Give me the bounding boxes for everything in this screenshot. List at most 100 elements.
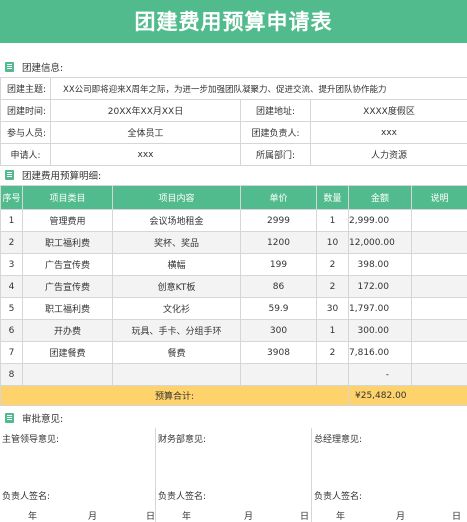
year-label: 年 — [336, 512, 346, 522]
row-category[interactable]: 广告宣传费 — [22, 253, 113, 276]
applicant-label: 申请人: — [0, 143, 51, 166]
team-info-table: 团建主题: XX公司即将迎来X周年之际，为进一步加强团队凝聚力、促进交流、提升团… — [0, 77, 467, 166]
row-amount[interactable]: 7,816.00 — [348, 341, 412, 364]
row-category[interactable]: 团建餐费 — [22, 341, 113, 364]
theme-label: 团建主题: — [0, 77, 51, 100]
table-row: 6 开办费 玩具、手卡、分组手环 300 1 300.00 — [0, 319, 467, 342]
row-amount[interactable]: 398.00 — [348, 253, 412, 276]
total-value: ¥25,482.00 — [348, 385, 467, 406]
row-amount[interactable]: 300.00 — [348, 319, 412, 342]
row-content[interactable]: 文化衫 — [112, 297, 241, 320]
col-header-content: 项目内容 — [112, 185, 241, 210]
row-qty[interactable] — [316, 363, 349, 386]
approval-gm[interactable]: 总经理意见: 负责人签名: 年 月 日 — [312, 428, 467, 522]
row-content[interactable]: 奖杯、奖品 — [112, 231, 241, 254]
row-category[interactable]: 广告宣传费 — [22, 275, 113, 298]
budget-title: 团建费用预算明细: — [22, 171, 102, 182]
time-value[interactable]: 20XX年XX月XX日 — [50, 99, 241, 122]
form-title: 团建费用预算申请表 — [0, 0, 467, 43]
row-price[interactable]: 300 — [240, 319, 317, 342]
year-label: 年 — [28, 512, 38, 522]
approval-leader[interactable]: 主管领导意见: 负责人签名: 年 月 日 — [0, 428, 156, 522]
participants-row: 参与人员: 全体员工 团建负责人: xxx — [0, 121, 467, 144]
row-note[interactable] — [411, 275, 467, 298]
row-note[interactable] — [411, 363, 467, 386]
participants-value[interactable]: 全体员工 — [50, 121, 241, 144]
row-no[interactable]: 8 — [0, 363, 23, 386]
total-label: 预算合计: — [0, 385, 349, 406]
row-amount[interactable]: 2,999.00 — [348, 209, 412, 232]
col-header-price: 单价 — [240, 185, 317, 210]
leader-value[interactable]: xxx — [309, 121, 467, 144]
row-amount[interactable]: 172.00 — [348, 275, 412, 298]
row-category[interactable]: 职工福利费 — [22, 231, 113, 254]
row-price[interactable]: 1200 — [240, 231, 317, 254]
theme-value[interactable]: XX公司即将迎来X周年之际，为进一步加强团队凝聚力、促进交流、提升团队协作能力 — [49, 77, 467, 100]
col-header-qty: 数量 — [316, 185, 349, 210]
row-content[interactable]: 创意KT板 — [112, 275, 241, 298]
table-row: 4 广告宣传费 创意KT板 86 2 172.00 — [0, 275, 467, 298]
row-category[interactable] — [22, 363, 113, 386]
row-no[interactable]: 1 — [0, 209, 23, 232]
row-no[interactable]: 6 — [0, 319, 23, 342]
approval-sign: 负责人签名: — [2, 492, 51, 502]
approval-sign: 负责人签名: — [158, 492, 207, 502]
place-value[interactable]: XXXX度假区 — [309, 99, 467, 122]
row-content[interactable]: 玩具、手卡、分组手环 — [112, 319, 241, 342]
row-note[interactable] — [411, 209, 467, 232]
row-amount[interactable]: - — [348, 363, 412, 386]
row-qty[interactable]: 2 — [316, 341, 349, 364]
approval-header: 审批意见: — [0, 409, 467, 427]
row-no[interactable]: 4 — [0, 275, 23, 298]
row-content[interactable]: 会议场地租金 — [112, 209, 241, 232]
row-price[interactable]: 86 — [240, 275, 317, 298]
row-price[interactable]: 2999 — [240, 209, 317, 232]
row-no[interactable]: 2 — [0, 231, 23, 254]
row-content[interactable]: 餐费 — [112, 341, 241, 364]
row-note[interactable] — [411, 253, 467, 276]
budget-header: 团建费用预算明细: — [0, 166, 467, 184]
row-note[interactable] — [411, 341, 467, 364]
approval-finance[interactable]: 财务部意见: 负责人签名: 年 月 日 — [156, 428, 312, 522]
table-row: 1 管理费用 会议场地租金 2999 1 2,999.00 — [0, 209, 467, 232]
budget-table: 序号 项目类目 项目内容 单价 数量 金额 说明 1 管理费用 会议场地租金 2999… — [0, 185, 467, 406]
row-content[interactable]: 横幅 — [112, 253, 241, 276]
table-row: 8- — [0, 363, 467, 386]
row-amount[interactable]: 12,000.00 — [348, 231, 412, 254]
document-icon — [5, 413, 14, 423]
time-row: 团建时间: 20XX年XX月XX日 团建地址: XXXX度假区 — [0, 99, 467, 122]
row-category[interactable]: 职工福利费 — [22, 297, 113, 320]
row-content[interactable] — [112, 363, 241, 386]
place-label: 团建地址: — [240, 99, 311, 122]
table-row: 3 广告宣传费 横幅 199 2 398.00 — [0, 253, 467, 276]
approval-head: 主管领导意见: — [2, 435, 60, 445]
row-price[interactable]: 199 — [240, 253, 317, 276]
row-category[interactable]: 管理费用 — [22, 209, 113, 232]
row-qty[interactable]: 30 — [316, 297, 349, 320]
approval-head: 财务部意见: — [158, 435, 207, 445]
row-qty[interactable]: 1 — [316, 319, 349, 342]
col-header-amount: 金额 — [348, 185, 412, 210]
dept-value[interactable]: 人力资源 — [309, 143, 467, 166]
row-amount[interactable]: 1,797.00 — [348, 297, 412, 320]
theme-row: 团建主题: XX公司即将迎来X周年之际，为进一步加强团队凝聚力、促进交流、提升团… — [0, 77, 467, 100]
row-price[interactable]: 59.9 — [240, 297, 317, 320]
row-price[interactable] — [240, 363, 317, 386]
row-no[interactable]: 3 — [0, 253, 23, 276]
row-note[interactable] — [411, 297, 467, 320]
table-row: 5 职工福利费 文化衫 59.9 30 1,797.00 — [0, 297, 467, 320]
row-qty[interactable]: 1 — [316, 209, 349, 232]
team-info-header: 团建信息: — [0, 58, 467, 76]
row-no[interactable]: 7 — [0, 341, 23, 364]
row-price[interactable]: 3908 — [240, 341, 317, 364]
row-qty[interactable]: 2 — [316, 275, 349, 298]
row-qty[interactable]: 10 — [316, 231, 349, 254]
row-qty[interactable]: 2 — [316, 253, 349, 276]
applicant-value[interactable]: xxx — [50, 143, 241, 166]
row-note[interactable] — [411, 231, 467, 254]
row-note[interactable] — [411, 319, 467, 342]
document-icon — [5, 170, 14, 180]
row-no[interactable]: 5 — [0, 297, 23, 320]
time-label: 团建时间: — [0, 99, 51, 122]
row-category[interactable]: 开办费 — [22, 319, 113, 342]
